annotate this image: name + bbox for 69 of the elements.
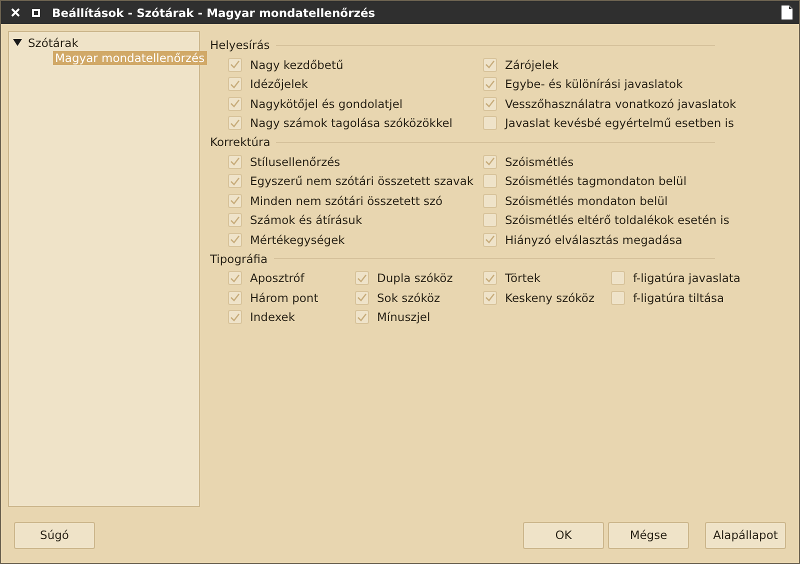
checkbox-label: Szóismétlés eltérő toldalékok esetén is (505, 213, 730, 228)
checkbox[interactable] (228, 194, 242, 208)
window-title: Beállítások - Szótárak - Magyar mondatellenőrzés (52, 6, 376, 20)
section-heading: Helyesírás (210, 38, 270, 52)
tree-item[interactable]: Szótárak (28, 36, 78, 50)
checkbox-label: Stílusellenőrzés (250, 154, 340, 169)
checkbox-label: Szóismétlés tagmondaton belül (505, 174, 687, 188)
checkbox-label: Indexek (250, 310, 296, 324)
maximize-icon[interactable] (32, 8, 40, 16)
checkbox[interactable] (483, 116, 497, 130)
checkbox-label: Egyszerű nem szótári összetett szavak (250, 174, 474, 188)
checkbox[interactable] (483, 58, 497, 72)
checkbox-label: f-ligatúra javaslata (633, 271, 740, 286)
checkbox[interactable] (228, 77, 242, 92)
checkbox-label: Szóismétlés mondaton belül (505, 194, 668, 208)
checkbox-label: Zárójelek (505, 58, 559, 72)
checkbox-label: Sok szóköz (377, 290, 440, 305)
checkbox-label: Nagykötőjel és gondolatjel (250, 96, 403, 111)
checkbox[interactable] (483, 96, 497, 111)
checkbox-label: Hiányzó elválasztás megadása (505, 232, 682, 247)
section-heading: Tipográfia (210, 252, 268, 266)
ok-button[interactable]: OK (523, 522, 604, 548)
checkbox[interactable] (228, 232, 242, 247)
checkbox-label: Szóismétlés (505, 154, 574, 169)
checkbox[interactable] (611, 271, 625, 286)
checkbox[interactable] (611, 290, 625, 305)
expanded-triangle-icon[interactable] (13, 38, 22, 47)
checkbox-label: Dupla szóköz (377, 271, 453, 286)
checkbox[interactable] (228, 58, 242, 72)
checkbox-label: Nagy számok tagolása szóközökkel (250, 116, 452, 130)
checkbox-label: Minden nem szótári összetett szó (250, 194, 443, 208)
checkbox-label: Egybe- és különírási javaslatok (505, 77, 683, 92)
checkbox-label: Mínuszjel (377, 310, 430, 324)
checkbox[interactable] (228, 213, 242, 228)
checkbox[interactable] (228, 174, 242, 188)
checkbox[interactable] (228, 310, 242, 324)
checkbox-label: Mértékegységek (250, 232, 345, 247)
checkbox-label: Vesszőhasználatra vonatkozó javaslatok (505, 96, 736, 111)
checkbox[interactable] (483, 174, 497, 188)
checkbox[interactable] (483, 77, 497, 92)
checkbox-label: Idézőjelek (250, 77, 308, 92)
checkbox[interactable] (483, 154, 497, 169)
reset-button[interactable]: Alapállapot (705, 522, 786, 548)
checkbox[interactable] (228, 154, 242, 169)
checkbox[interactable] (483, 290, 497, 305)
checkbox[interactable] (228, 116, 242, 130)
checkbox[interactable] (228, 271, 242, 286)
checkbox-label: Három pont (250, 290, 318, 305)
checkbox-label: f-ligatúra tiltása (633, 290, 724, 305)
checkbox[interactable] (228, 290, 242, 305)
checkbox-label: Aposztróf (250, 271, 304, 286)
section-heading: Korrektúra (210, 135, 270, 149)
checkbox-label: Törtek (505, 271, 541, 286)
help-button[interactable]: Súgó (14, 522, 95, 548)
document-icon[interactable] (781, 5, 793, 20)
cancel-button[interactable]: Mégse (608, 522, 689, 548)
checkbox[interactable] (483, 271, 497, 286)
checkbox[interactable] (355, 271, 369, 286)
checkbox-label: Számok és átírásuk (250, 213, 362, 228)
checkbox-label: Javaslat kevésbé egyértelmű esetben is (505, 116, 734, 130)
checkbox-label: Nagy kezdőbetű (250, 58, 344, 72)
close-icon[interactable] (11, 8, 20, 17)
checkbox[interactable] (355, 290, 369, 305)
checkbox[interactable] (355, 310, 369, 324)
checkbox[interactable] (483, 194, 497, 208)
checkbox[interactable] (228, 96, 242, 111)
checkbox[interactable] (483, 232, 497, 247)
checkbox[interactable] (483, 213, 497, 228)
checkbox-label: Keskeny szóköz (505, 290, 594, 305)
